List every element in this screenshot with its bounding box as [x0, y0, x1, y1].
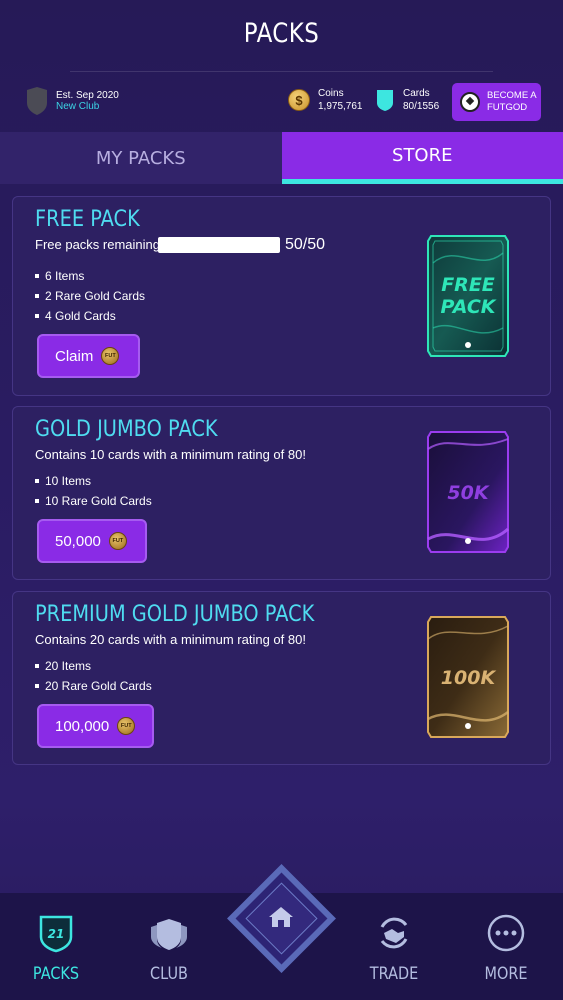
list-item: 10 Items	[35, 471, 152, 491]
list-item: 20 Items	[35, 656, 152, 676]
nav-club-label: CLUB	[150, 964, 188, 984]
pack-art-text-1: FREE	[441, 274, 495, 296]
coins-value: 1,975,761	[318, 101, 363, 112]
nav-packs[interactable]: 21 PACKS	[16, 913, 96, 984]
claim-label: Claim	[55, 347, 94, 365]
dollar-coin-icon: $	[288, 89, 310, 111]
free-pack-image[interactable]: FREE PACK	[425, 233, 511, 359]
premium-gold-jumbo-pack-image[interactable]: 100K	[425, 614, 511, 740]
buy-premium-gold-jumbo-button[interactable]: 100,000 FUT	[37, 704, 154, 748]
nav-trade-label: TRADE	[369, 964, 419, 984]
pack-name: FREE PACK	[35, 207, 140, 232]
cards-stat: Cards 80/1556	[375, 88, 439, 112]
pack-description: Contains 10 cards with a minimum rating …	[35, 447, 306, 462]
list-item: 4 Gold Cards	[35, 306, 145, 326]
soccer-ball-icon	[460, 92, 480, 112]
handshake-icon	[380, 917, 408, 949]
fut-coin-icon: FUT	[101, 347, 120, 365]
pack-name: GOLD JUMBO PACK	[35, 417, 218, 442]
pack-card-gold-jumbo: GOLD JUMBO PACK Contains 10 cards with a…	[12, 406, 551, 580]
fut-coin-icon: FUT	[108, 532, 127, 550]
free-packs-remaining-label: Free packs remaining:	[35, 237, 164, 252]
gold-jumbo-pack-image[interactable]: 50K	[425, 429, 511, 555]
free-packs-progress-bar	[158, 237, 280, 253]
club-est-label: Est. Sep 2020	[56, 90, 119, 101]
free-packs-remaining-value: 50/50	[285, 236, 326, 253]
become-futgod-button[interactable]: BECOME A FUTGOD	[452, 83, 541, 121]
list-item: 10 Rare Gold Cards	[35, 491, 152, 511]
nav-trade[interactable]: TRADE	[354, 913, 434, 984]
pack-card-premium-gold-jumbo: PREMIUM GOLD JUMBO PACK Contains 20 card…	[12, 591, 551, 765]
list-item: 2 Rare Gold Cards	[35, 286, 145, 306]
fut-coin-icon: FUT	[117, 717, 136, 735]
futgod-line2: FUTGOD	[487, 102, 528, 113]
price-label: 100,000	[55, 717, 110, 735]
coins-stat: $ Coins 1,975,761	[288, 88, 363, 112]
pack-items-list: 20 Items 20 Rare Gold Cards	[35, 656, 152, 696]
tab-my-packs[interactable]: MY PACKS	[0, 132, 282, 184]
nav-club[interactable]: CLUB	[129, 913, 209, 984]
packs-badge-number: 21	[48, 927, 65, 941]
cards-value: 80/1556	[403, 101, 440, 112]
club-info[interactable]: Est. Sep 2020 New Club	[24, 86, 119, 116]
price-label: 50,000	[55, 532, 101, 550]
club-shield-icon	[27, 87, 47, 115]
futgod-line1: BECOME A	[487, 90, 537, 101]
tab-store[interactable]: STORE	[281, 132, 563, 184]
home-icon	[269, 907, 293, 927]
list-item: 20 Rare Gold Cards	[35, 676, 152, 696]
pack-items-list: 10 Items 10 Rare Gold Cards	[35, 471, 152, 511]
cards-label: Cards	[403, 88, 430, 99]
claim-button[interactable]: Claim FUT	[37, 334, 140, 378]
packs-badge-icon: 21	[39, 915, 73, 953]
pack-description: Contains 20 cards with a minimum rating …	[35, 632, 306, 647]
club-shields-icon	[151, 919, 187, 950]
more-dots-icon	[487, 914, 525, 952]
header-divider	[70, 71, 493, 72]
card-icon	[377, 90, 393, 111]
nav-more[interactable]: MORE	[466, 913, 546, 984]
pack-card-free: FREE PACK Free packs remaining: 50/50 6 …	[12, 196, 551, 396]
pack-items-list: 6 Items 2 Rare Gold Cards 4 Gold Cards	[35, 266, 145, 326]
pack-art-text-1: 100K	[441, 667, 497, 689]
nav-packs-label: PACKS	[32, 964, 80, 984]
club-name: New Club	[56, 101, 100, 112]
page-title: PACKS	[243, 18, 320, 49]
pack-art-text-1: 50K	[447, 482, 489, 504]
pack-tabs: MY PACKS STORE	[0, 132, 563, 184]
pack-name: PREMIUM GOLD JUMBO PACK	[35, 602, 315, 627]
nav-more-label: MORE	[484, 964, 528, 984]
pack-art-text-2: PACK	[441, 296, 497, 318]
buy-gold-jumbo-button[interactable]: 50,000 FUT	[37, 519, 147, 563]
coins-label: Coins	[318, 88, 344, 99]
progress-fill	[158, 237, 280, 253]
list-item: 6 Items	[35, 266, 145, 286]
